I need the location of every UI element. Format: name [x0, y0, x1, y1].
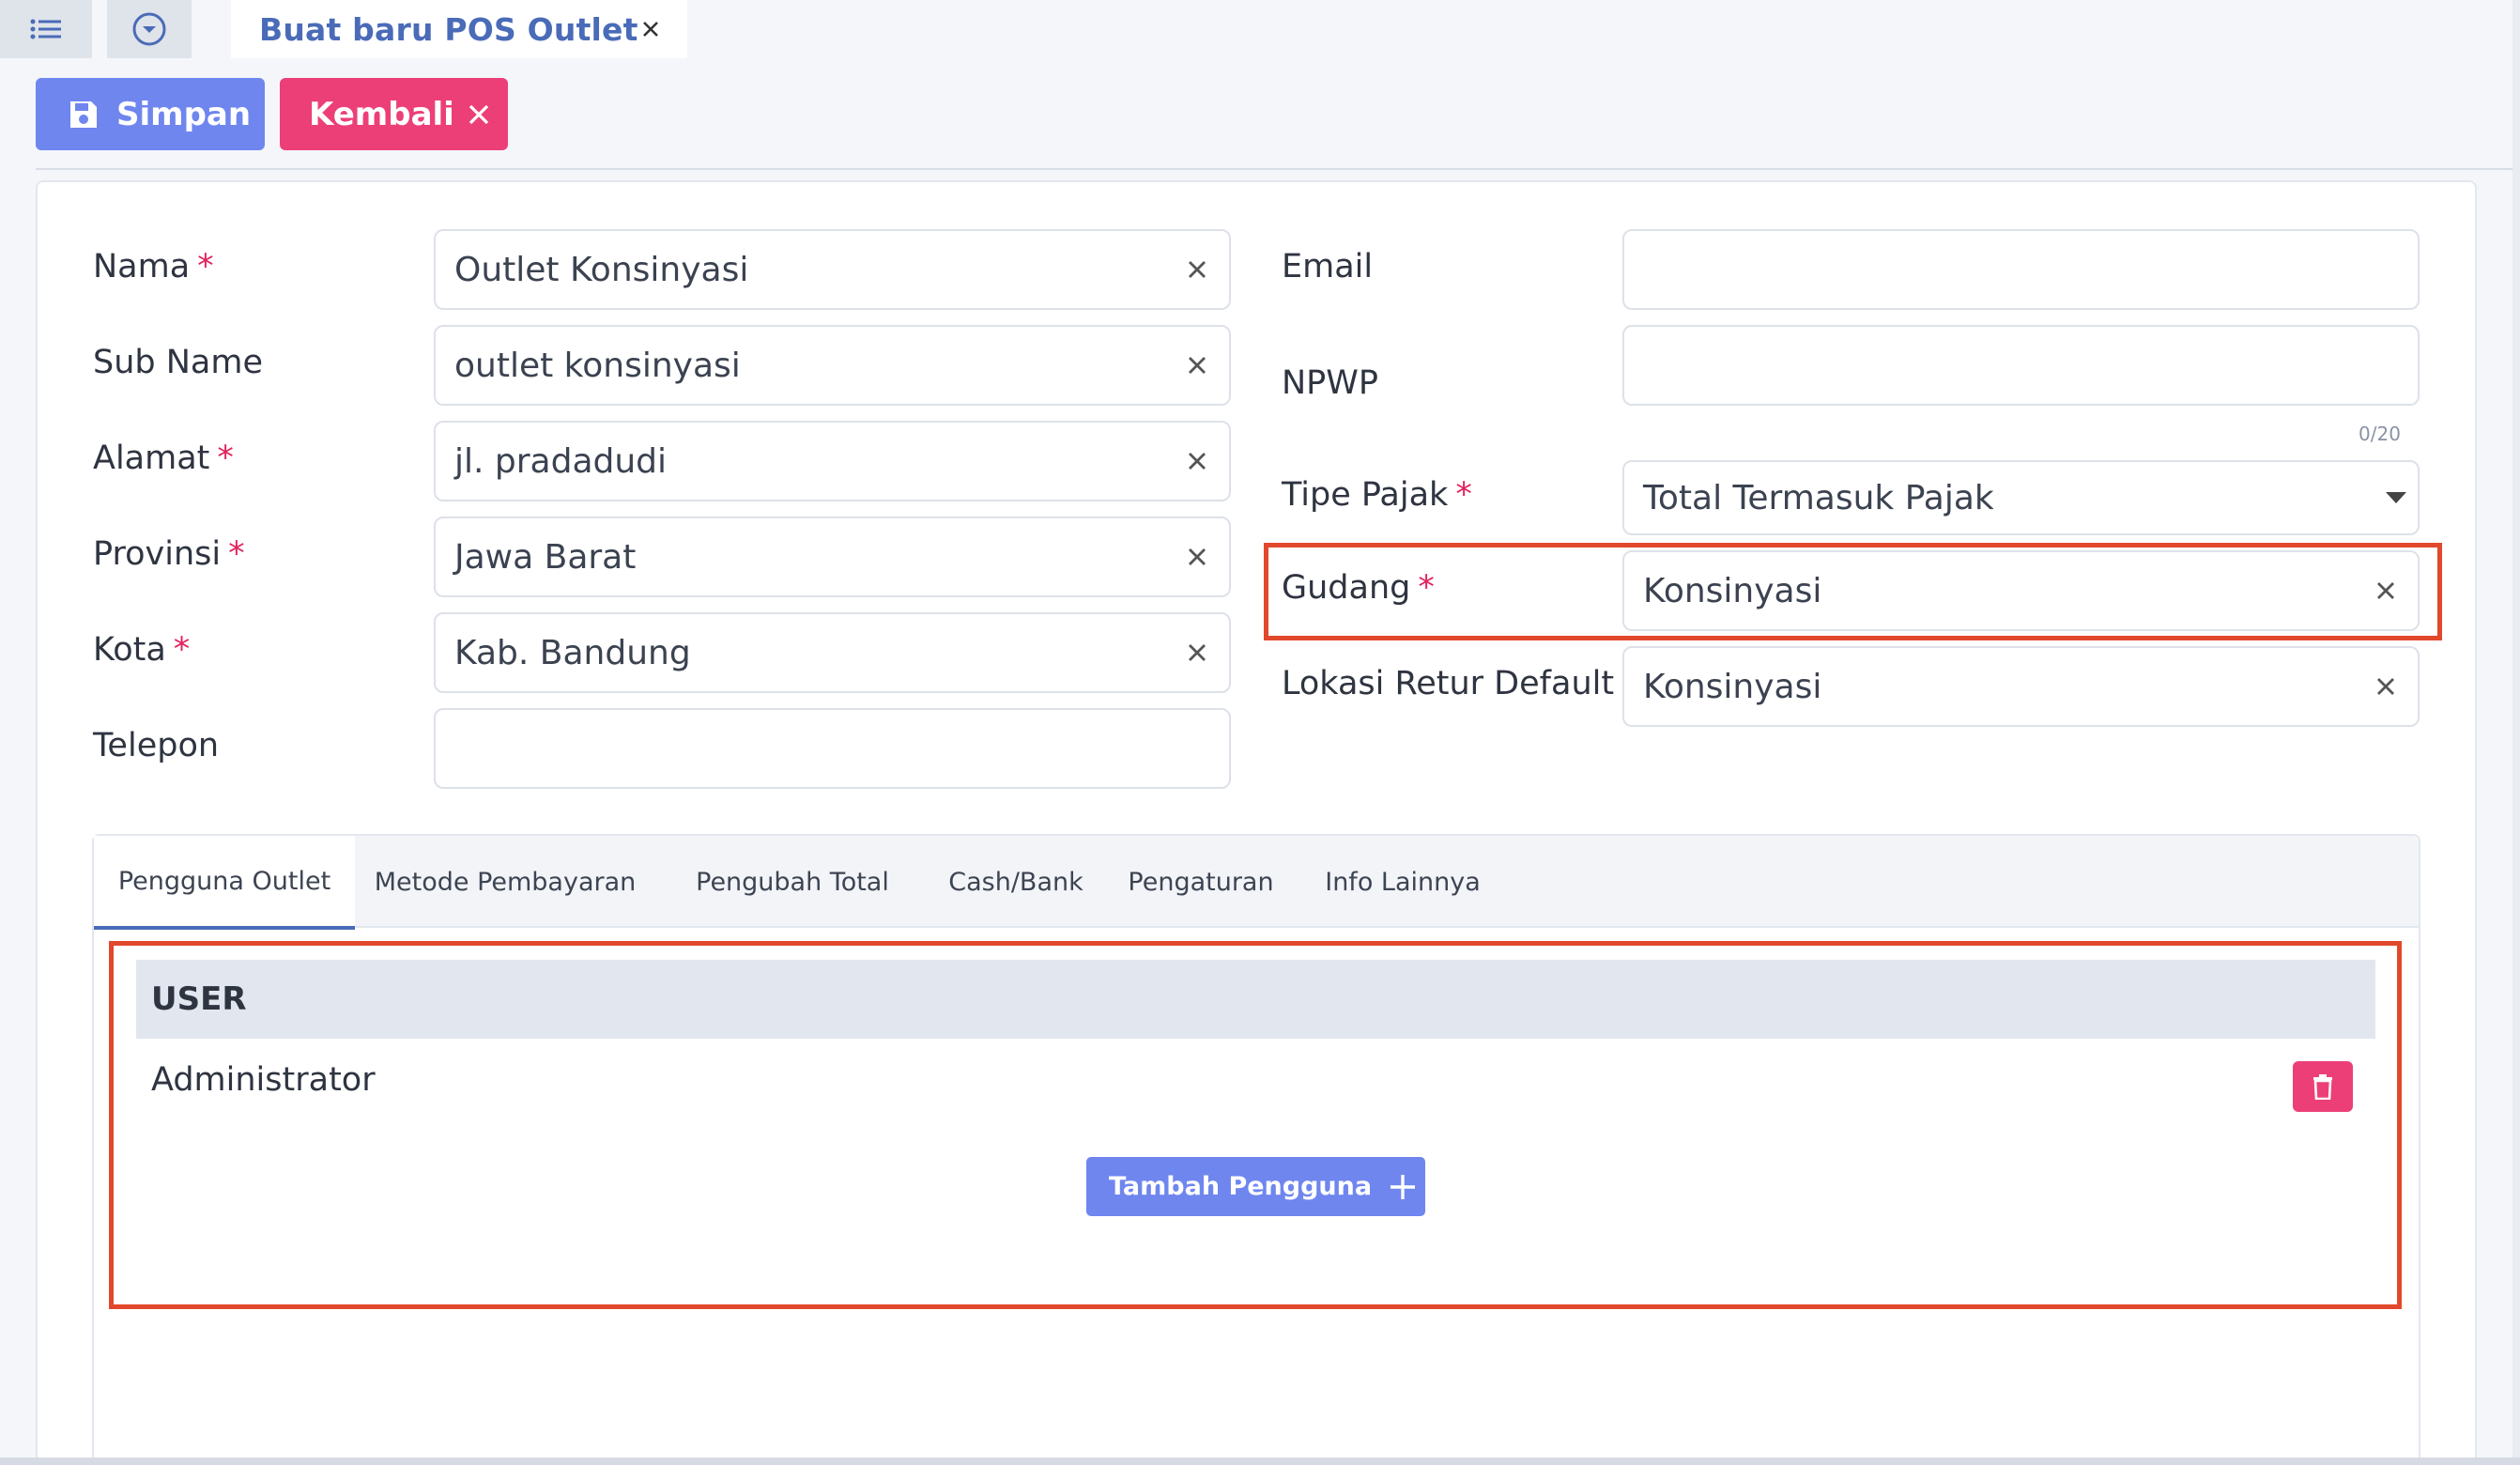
back-button-label: Kembali: [309, 95, 454, 133]
menu-list-button[interactable]: [0, 0, 92, 58]
sub-name-field[interactable]: outlet konsinyasi: [434, 325, 1231, 406]
tab-metode-pembayaran[interactable]: Metode Pembayaran: [355, 836, 655, 928]
sub-name-label: Sub Name: [93, 344, 263, 381]
tab-info-lainnya[interactable]: Info Lainnya: [1299, 836, 1506, 928]
close-icon: [469, 104, 488, 124]
telepon-label: Telepon: [93, 727, 220, 764]
tipe-pajak-label: Tipe Pajak *: [1282, 476, 1472, 514]
save-button-label: Simpan: [116, 95, 252, 133]
clear-icon[interactable]: [1184, 448, 1210, 474]
alamat-field[interactable]: jl. pradadudi: [434, 421, 1231, 501]
tab-bar: Pengguna Outlet Metode Pembayaran Pengub…: [94, 836, 2419, 930]
close-icon[interactable]: [637, 15, 665, 43]
document-tab-title: Buat baru POS Outlet: [259, 10, 638, 48]
back-button[interactable]: Kembali: [280, 78, 508, 150]
user-section-highlight-box: [109, 941, 2402, 1309]
lokasi-retur-field[interactable]: Konsinyasi: [1622, 646, 2420, 727]
clear-icon[interactable]: [1184, 256, 1210, 283]
chevron-circle-down-icon: [132, 12, 166, 46]
gudang-highlight-box: [1264, 543, 2442, 640]
telepon-field[interactable]: [434, 708, 1231, 789]
email-field[interactable]: [1622, 229, 2420, 310]
window-edge: [2512, 0, 2520, 1465]
kota-field[interactable]: Kab. Bandung: [434, 612, 1231, 693]
save-button[interactable]: Simpan: [36, 78, 265, 150]
tab-pengubah-total[interactable]: Pengubah Total: [655, 836, 930, 928]
clear-icon[interactable]: [1184, 544, 1210, 570]
tab-strip: Buat baru POS Outlet: [0, 0, 2512, 58]
list-icon: [30, 19, 61, 39]
clear-icon[interactable]: [1184, 640, 1210, 666]
alamat-value: jl. pradadudi: [454, 441, 668, 481]
floppy-disk-icon: [70, 100, 97, 128]
nama-label: Nama *: [93, 248, 214, 285]
kota-label: Kota *: [93, 631, 191, 669]
npwp-char-counter: 0/20: [2359, 423, 2401, 445]
npwp-field[interactable]: [1622, 325, 2420, 406]
tipe-pajak-value: Total Termasuk Pajak: [1643, 478, 1994, 517]
alamat-label: Alamat *: [93, 440, 234, 477]
tab-cash-bank[interactable]: Cash/Bank: [930, 836, 1102, 928]
tab-pengaturan[interactable]: Pengaturan: [1102, 836, 1299, 928]
document-tab[interactable]: Buat baru POS Outlet: [231, 0, 687, 58]
tab-pengguna-outlet[interactable]: Pengguna Outlet: [94, 836, 355, 930]
provinsi-label: Provinsi *: [93, 535, 245, 573]
toolbar-divider: [36, 168, 2512, 170]
email-label: Email: [1282, 248, 1374, 285]
nama-field[interactable]: Outlet Konsinyasi: [434, 229, 1231, 310]
caret-down-icon: [2386, 492, 2406, 503]
provinsi-value: Jawa Barat: [454, 537, 637, 577]
lokasi-retur-label: Lokasi Retur Default: [1282, 665, 1615, 702]
npwp-label: NPWP: [1282, 364, 1379, 402]
tab-dropdown-button[interactable]: [107, 0, 192, 58]
kota-value: Kab. Bandung: [454, 633, 691, 672]
horizontal-scrollbar[interactable]: [0, 1457, 2520, 1465]
sub-name-value: outlet konsinyasi: [454, 346, 741, 385]
clear-icon[interactable]: [2373, 673, 2399, 700]
clear-icon[interactable]: [1184, 352, 1210, 378]
lokasi-retur-value: Konsinyasi: [1643, 667, 1822, 706]
tipe-pajak-select[interactable]: Total Termasuk Pajak: [1622, 460, 2420, 535]
provinsi-field[interactable]: Jawa Barat: [434, 517, 1231, 597]
nama-value: Outlet Konsinyasi: [454, 250, 749, 289]
